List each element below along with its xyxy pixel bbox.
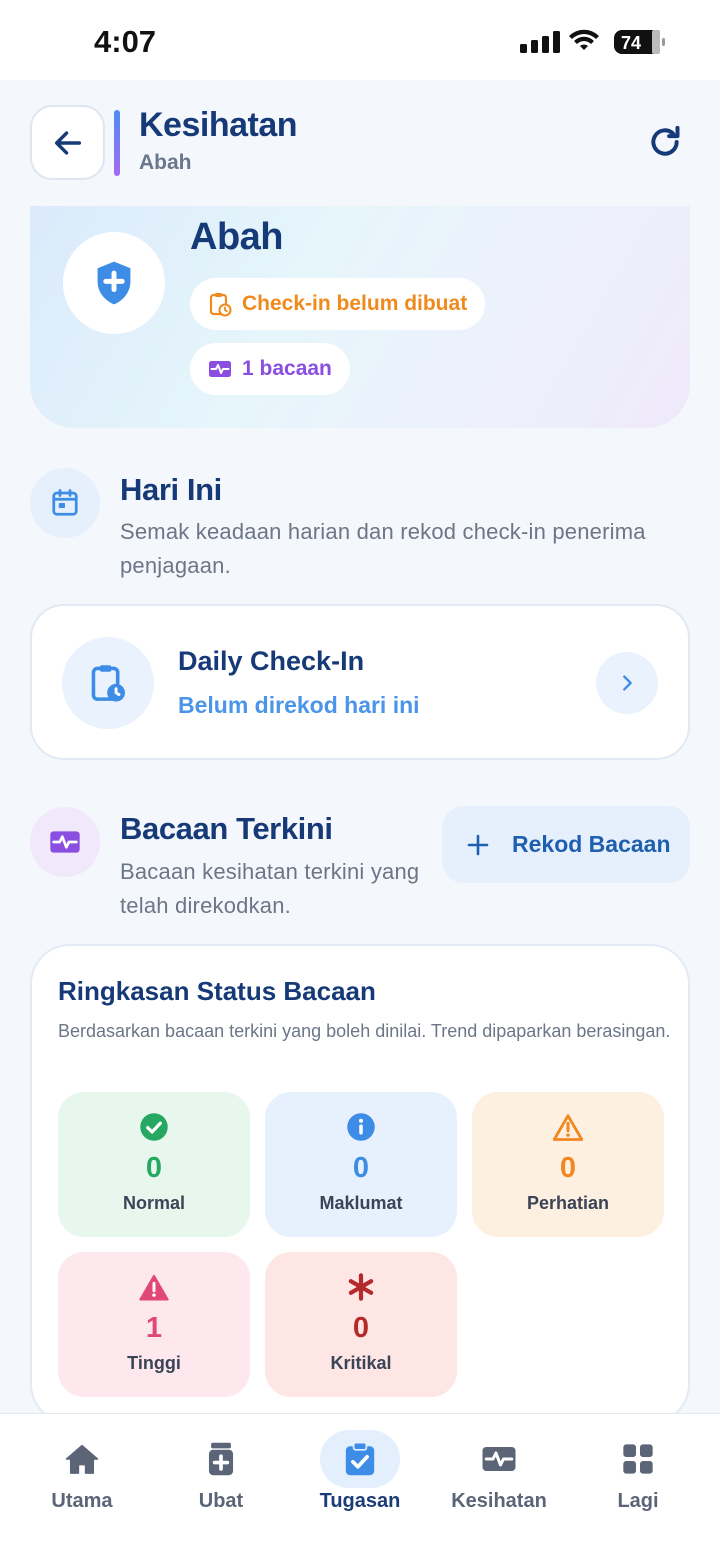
info-icon	[347, 1113, 375, 1141]
status-tile-attention[interactable]: 0 Perhatian	[472, 1092, 664, 1237]
status-bar: 4:07 74	[0, 0, 720, 80]
summary-description: Berdasarkan bacaan terkini yang boleh di…	[58, 1021, 671, 1041]
checkin-card-status: Belum direkod hari ini	[178, 692, 420, 718]
signal-wifi-battery-icon: 74	[520, 29, 665, 54]
plus-icon	[467, 834, 489, 855]
pulse-icon	[482, 1447, 516, 1471]
nav-item-kesihatan[interactable]: Kesihatan	[427, 1414, 571, 1559]
pulse-icon	[50, 831, 80, 853]
status-label: Tinggi	[127, 1353, 181, 1373]
status-count: 0	[145, 1152, 163, 1184]
back-button[interactable]	[30, 105, 105, 180]
pulse-icon	[209, 361, 231, 377]
grid-icon	[623, 1444, 653, 1474]
status-time: 4:07	[94, 24, 157, 59]
readings-section-icon	[30, 807, 100, 877]
refresh-button[interactable]	[645, 122, 685, 162]
today-section-description: Semak keadaan harian dan rekod check-in …	[120, 519, 646, 578]
status-count: 0	[352, 1152, 370, 1184]
home-icon	[65, 1444, 99, 1474]
status-count: 1	[145, 1312, 163, 1344]
status-tile-critical[interactable]: 0 Kritikal	[265, 1252, 457, 1397]
status-label: Normal	[122, 1193, 185, 1213]
app-header: Kesihatan Abah	[0, 80, 720, 204]
status-label: Kritikal	[330, 1353, 392, 1373]
status-tile-normal[interactable]: 0 Normal	[58, 1092, 250, 1237]
status-label: Maklumat	[319, 1193, 403, 1213]
nav-label: Kesihatan	[451, 1490, 547, 1512]
readings-section-title: Bacaan Terkini	[120, 811, 333, 846]
summary-title: Ringkasan Status Bacaan	[58, 976, 376, 1006]
chevron-right-icon	[623, 675, 632, 691]
checkin-status-badge: Check-in belum dibuat	[190, 278, 486, 330]
status-count: 0	[559, 1152, 577, 1184]
arrow-left-icon	[54, 130, 81, 155]
clipboard-clock-icon	[209, 293, 232, 317]
reading-status-summary-card: Ringkasan Status Bacaan Berdasarkan baca…	[30, 944, 690, 1424]
asterisk-icon	[348, 1273, 374, 1301]
readings-count-badge: 1 bacaan	[190, 343, 350, 395]
record-reading-label: Rekod Bacaan	[512, 831, 671, 857]
status-label: Perhatian	[526, 1193, 610, 1213]
nav-label: Utama	[51, 1490, 113, 1512]
status-tile-info[interactable]: 0 Maklumat	[265, 1092, 457, 1237]
checkin-card-icon	[62, 637, 154, 729]
checkin-status-text: Check-in belum dibuat	[242, 292, 468, 315]
battery-level: 74	[621, 33, 641, 53]
avatar	[63, 232, 165, 334]
record-reading-button[interactable]: Rekod Bacaan	[442, 806, 690, 883]
nav-label: Lagi	[617, 1490, 659, 1512]
checkin-open-button[interactable]	[596, 652, 658, 714]
status-icons: 74	[518, 28, 668, 58]
check-circle-icon	[140, 1113, 168, 1141]
title-accent-bar	[114, 110, 120, 176]
checkin-card-title: Daily Check-In	[178, 646, 365, 676]
profile-name: Abah	[190, 216, 284, 258]
calendar-icon	[52, 489, 78, 516]
page-subtitle: Abah	[139, 151, 192, 174]
profile-hero: Abah Check-in belum dibuat 1 bacaan	[30, 206, 690, 428]
nav-item-utama[interactable]: Utama	[10, 1414, 154, 1559]
warning-outline-icon	[553, 1114, 583, 1141]
status-count: 0	[352, 1312, 370, 1344]
daily-checkin-card[interactable]: Daily Check-In Belum direkod hari ini	[30, 604, 690, 760]
nav-item-ubat[interactable]: Ubat	[149, 1414, 293, 1559]
page-title: Kesihatan	[139, 106, 298, 144]
readings-count-text: 1 bacaan	[242, 357, 332, 380]
task-icon	[345, 1442, 375, 1476]
shield-plus-icon	[97, 261, 131, 305]
nav-item-tugasan[interactable]: Tugasan	[288, 1414, 432, 1559]
today-section-icon	[30, 468, 100, 538]
nav-label: Ubat	[198, 1490, 244, 1512]
nav-label: Tugasan	[319, 1490, 401, 1512]
status-tile-high[interactable]: 1 Tinggi	[58, 1252, 250, 1397]
readings-section-description: Bacaan kesihatan terkini yang telah dire…	[120, 859, 420, 918]
refresh-icon	[651, 125, 680, 156]
bottom-navigation: Utama Ubat Tugasan Kesihatan Lagi	[0, 1413, 720, 1559]
medicine-icon	[208, 1442, 234, 1476]
nav-item-lagi[interactable]: Lagi	[566, 1414, 710, 1559]
warning-filled-icon	[139, 1274, 169, 1301]
clipboard-clock-icon	[91, 665, 125, 702]
today-section-title: Hari Ini	[120, 472, 222, 507]
